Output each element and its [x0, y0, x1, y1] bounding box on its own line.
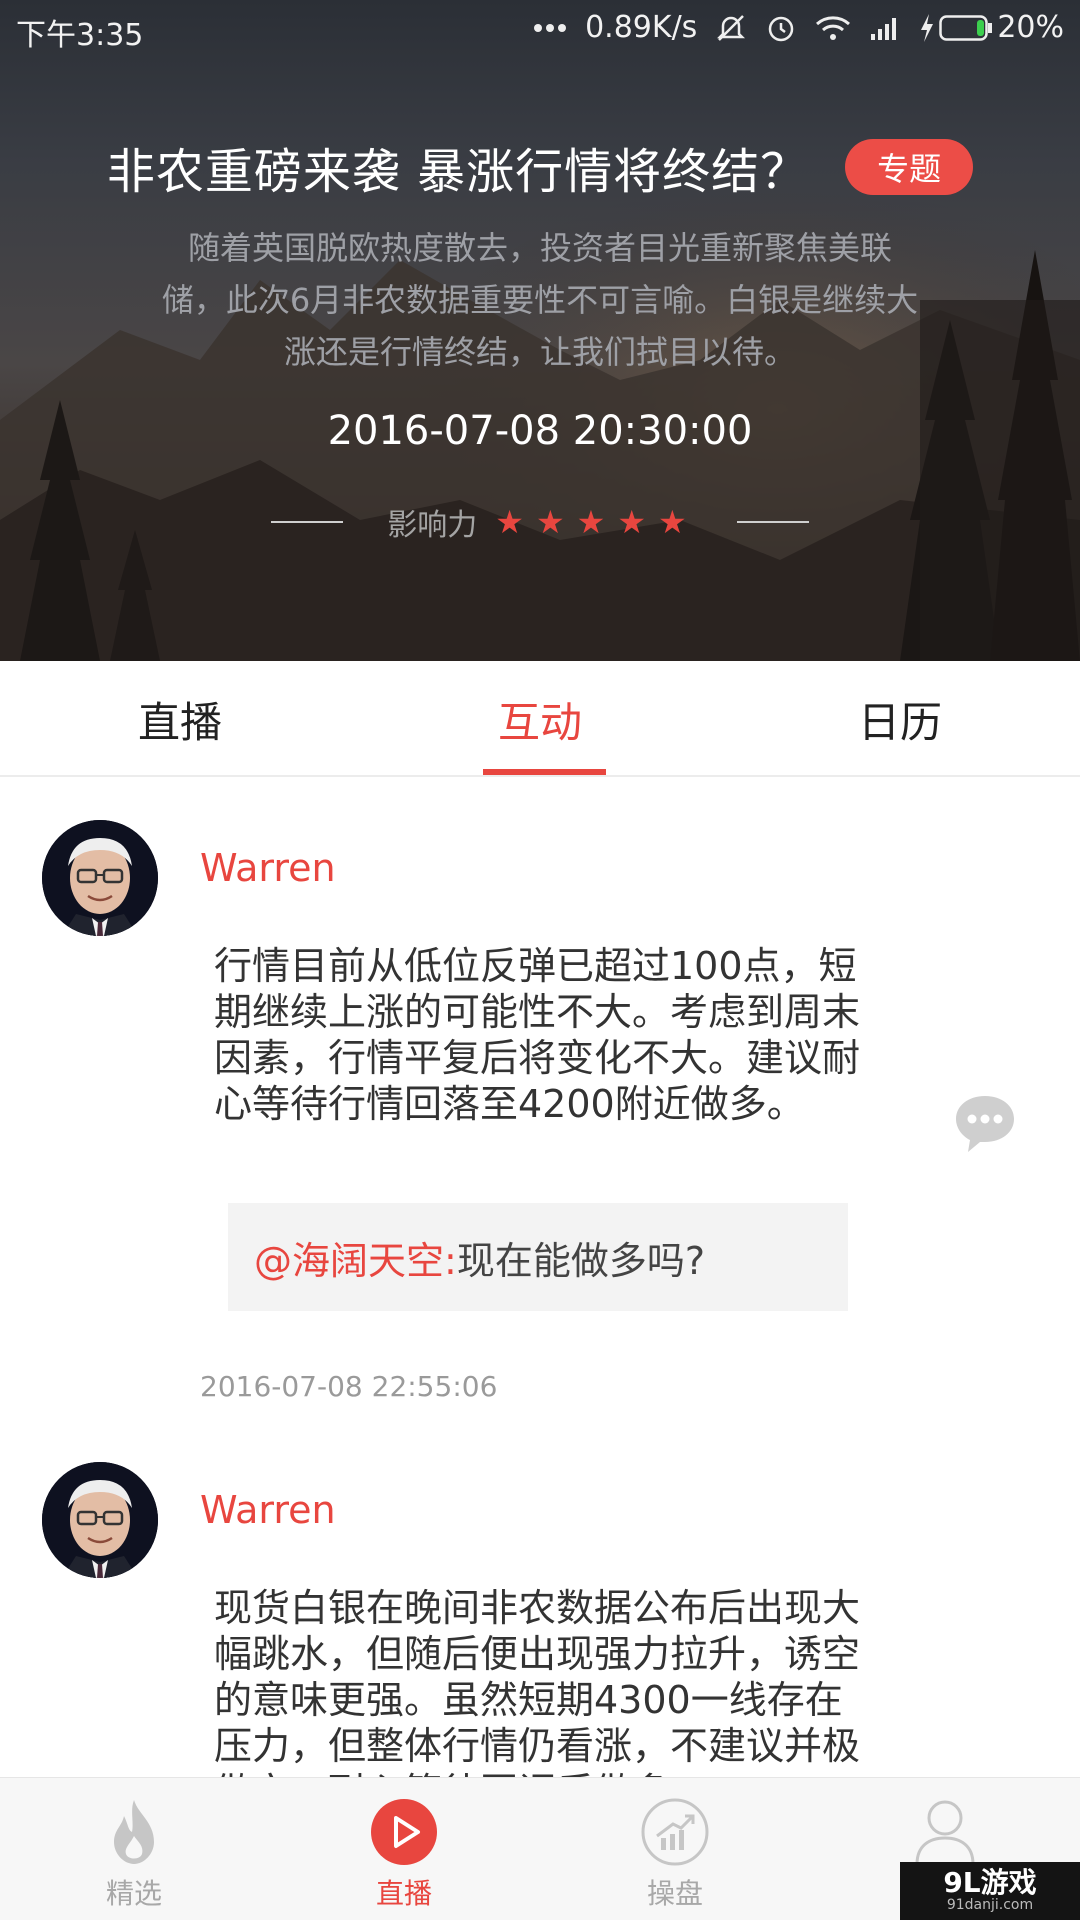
star-icon: ★ — [495, 503, 524, 541]
avatar[interactable] — [42, 1462, 158, 1578]
nav-label: 直播 — [375, 1877, 432, 1910]
chat-bubble-icon[interactable] — [952, 1092, 1018, 1156]
star-icon: ★ — [658, 503, 687, 541]
watermark-domain: 91danji.com — [946, 1897, 1034, 1913]
author-avatar-image — [42, 820, 158, 936]
star-icon: ★ — [617, 503, 647, 541]
avatar[interactable] — [42, 820, 158, 936]
impact-rating: 影响力 ★ ★ ★ ★ ★ — [0, 500, 1080, 544]
author-avatar-image — [42, 1462, 158, 1578]
more-dots-icon — [534, 23, 567, 32]
active-tab-indicator — [483, 769, 606, 775]
tab-live[interactable]: 直播 — [80, 661, 280, 777]
post-timestamp: 2016-07-08 22:55:06 — [200, 1370, 498, 1403]
divider-left — [271, 521, 344, 523]
charging-bolt-icon — [921, 13, 934, 42]
post-text: 现货白银在晚间非农数据公布后出现大幅跳水，但随后便出现强力拉升，诱空的意味更强。… — [214, 1586, 861, 1779]
quoted-question: @海阔天空: 现在能做多吗? — [228, 1203, 848, 1311]
status-icons: 0.89K/s 20% — [533, 10, 1064, 45]
impact-stars: ★ ★ ★ ★ ★ — [495, 506, 686, 538]
impact-label: 影响力 — [387, 508, 478, 543]
user-icon — [915, 1800, 975, 1866]
battery-percent: 20% — [997, 10, 1064, 45]
nav-item-featured[interactable]: 精选 — [34, 1778, 234, 1920]
chart-trend-icon — [641, 1798, 709, 1866]
site-watermark: 9L游戏 91danji.com — [900, 1862, 1080, 1920]
star-icon: ★ — [535, 503, 565, 541]
tab-interaction[interactable]: 互动 — [440, 661, 640, 777]
event-datetime: 2016-07-08 20:30:00 — [327, 408, 753, 454]
nav-label: 操盘 — [646, 1877, 703, 1910]
net-speed: 0.89K/s — [585, 10, 698, 45]
wifi-icon — [816, 15, 851, 40]
battery-indicator: 20% — [919, 10, 1064, 45]
nav-item-live[interactable]: 直播 — [304, 1778, 504, 1920]
tab-bar: 直播 互动 日历 — [0, 661, 1080, 777]
status-time: 下午3:35 — [16, 18, 144, 53]
interaction-feed[interactable]: Warren 行情目前从低位反弹已超过100点，短期继续上涨的可能性不大。考虑到… — [0, 779, 1080, 1779]
mute-bell-icon — [717, 14, 746, 41]
nav-label: 精选 — [105, 1877, 162, 1910]
nav-item-trading[interactable]: 操盘 — [575, 1778, 775, 1920]
tab-calendar[interactable]: 日历 — [800, 661, 1000, 777]
author-name[interactable]: Warren — [200, 1488, 336, 1532]
topic-badge[interactable]: 专题 — [845, 139, 974, 195]
status-bar: 下午3:35 0.89K/s 20% — [0, 0, 1080, 56]
event-title-row: 非农重磅来袭 暴涨行情将终结？ 专题 — [0, 132, 1080, 202]
flame-icon — [114, 1800, 154, 1864]
watermark-brand: 9L游戏 — [943, 1866, 1037, 1899]
play-icon — [371, 1799, 437, 1865]
author-name[interactable]: Warren — [200, 846, 336, 890]
event-description: 随着英国脱欧热度散去，投资者目光重新聚焦美联储，此次6月非农数据重要性不可言喻。… — [161, 229, 919, 371]
star-icon: ★ — [576, 503, 606, 541]
reply-username[interactable]: @海阔天空: — [254, 1230, 457, 1285]
signal-icon — [871, 17, 897, 40]
reply-text: 现在能做多吗? — [456, 1238, 705, 1283]
post-text: 行情目前从低位反弹已超过100点，短期继续上涨的可能性不大。考虑到周末因素，行情… — [214, 944, 861, 1126]
divider-right — [736, 521, 809, 523]
battery-icon — [939, 14, 993, 41]
event-title: 非农重磅来袭 暴涨行情将终结？ — [106, 144, 810, 200]
event-header: 下午3:35 0.89K/s 20% 非农重磅来袭 暴涨行情将终结？ 专题 随着… — [0, 0, 1080, 661]
alarm-icon — [769, 16, 794, 41]
